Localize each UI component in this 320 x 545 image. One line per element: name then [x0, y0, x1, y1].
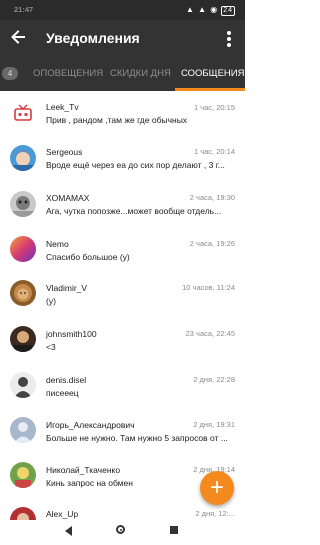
- tab-bar: ОПОВЕЩЕНИЯ СКИДКИ ДНЯ СООБЩЕНИЯ: [0, 57, 245, 91]
- sender-name: Sergeous: [46, 147, 83, 157]
- sender-name: Nemo: [46, 239, 69, 249]
- sender-name: johnsmith100: [46, 329, 97, 339]
- default-avatar: [10, 417, 36, 443]
- message-list: Leek_Tv 1 час, 20:15 Прив , рандом ,там …: [0, 91, 245, 520]
- message-item-vladimir-v[interactable]: Vladimir_V 10 часов, 11:24 (y): [0, 273, 245, 316]
- message-time: 1 час, 20:15: [193, 103, 235, 112]
- lion-avatar: [10, 280, 36, 306]
- message-preview: (y): [46, 296, 56, 306]
- sender-name: Николай_Ткаченко: [46, 465, 121, 475]
- sender-name: Vladimir_V: [46, 283, 88, 293]
- message-item-igor-aleksandrovich[interactable]: Игорь_Александрович 2 дня, 19:31 Больше …: [0, 410, 245, 453]
- tab-notifications[interactable]: ОПОВЕЩЕНИЯ: [33, 68, 103, 79]
- signal-icon: ▲ ▲ ◉: [185, 5, 219, 14]
- message-time: 10 часов, 11:24: [182, 283, 235, 292]
- silhouette-avatar: [10, 372, 36, 398]
- system-nav-bar: [0, 520, 245, 545]
- message-time: 2 часа, 19:26: [189, 239, 235, 248]
- status-bar: 21:47 ▲ ▲ ◉ 24: [0, 0, 245, 20]
- gray-avatar: [10, 191, 36, 217]
- tv-icon: [10, 101, 36, 127]
- message-item-johnsmith100[interactable]: johnsmith100 23 часа, 22:45 <3: [0, 319, 245, 362]
- game-avatar: [10, 462, 36, 488]
- message-time: 2 дня, 19:31: [193, 420, 235, 429]
- tab-count-badge: 4: [2, 67, 18, 80]
- message-time: 2 дня, 12:...: [195, 509, 235, 518]
- message-time: 1 час, 20:14: [193, 147, 235, 156]
- gradient-avatar: [10, 236, 36, 262]
- message-item-denis-disel[interactable]: denis.disel 2 дня, 22:28 писееец: [0, 364, 245, 407]
- tab-daily-discounts[interactable]: СКИДКИ ДНЯ: [110, 68, 171, 79]
- nav-back-icon[interactable]: [65, 526, 72, 536]
- message-preview: Спасибо большое (y): [46, 252, 130, 262]
- message-item-sergeous[interactable]: Sergeous 1 час, 20:14 Вроде ещё через еа…: [0, 140, 245, 183]
- tab-messages[interactable]: СООБЩЕНИЯ: [181, 68, 244, 79]
- sender-name: Leek_Tv: [46, 102, 79, 112]
- message-time: 2 дня, 22:28: [193, 375, 235, 384]
- app-bar: Уведомления: [0, 20, 245, 57]
- anime-avatar: [10, 145, 36, 171]
- message-item-nemo[interactable]: Nemo 2 часа, 19:26 Спасибо большое (y): [0, 228, 245, 271]
- back-arrow-icon[interactable]: [9, 28, 27, 46]
- nav-recents-icon[interactable]: [170, 526, 178, 534]
- sender-name: Alex_Up: [46, 509, 79, 519]
- sender-name: XOMAMAX: [46, 193, 90, 203]
- more-vert-icon[interactable]: [220, 28, 238, 50]
- dark-avatar: [10, 326, 36, 352]
- partial-avatar: [10, 507, 36, 520]
- message-preview: <3: [46, 342, 56, 352]
- battery-icon: 24: [221, 6, 235, 16]
- message-preview: писееец: [46, 388, 79, 398]
- message-preview: Прив , рандом ,там же где обычных: [46, 115, 188, 125]
- message-preview: Больше не нужно. Там нужно 5 запросов от…: [46, 433, 228, 443]
- message-item-leek-tv[interactable]: Leek_Tv 1 час, 20:15 Прив , рандом ,там …: [0, 97, 245, 140]
- message-item-xomamax[interactable]: XOMAMAX 2 часа, 19:30 Ага, чутка попозже…: [0, 183, 245, 226]
- message-preview: Вроде ещё через еа до сих пор делают , 3…: [46, 160, 225, 170]
- message-time: 23 часа, 22:45: [185, 329, 235, 338]
- page-title: Уведомления: [46, 30, 140, 46]
- sender-name: Игорь_Александрович: [46, 420, 135, 430]
- status-icons: ▲ ▲ ◉ 24: [186, 5, 235, 16]
- compose-fab-button[interactable]: +: [200, 471, 234, 505]
- message-time: 2 часа, 19:30: [189, 193, 235, 202]
- nav-home-icon[interactable]: [116, 525, 125, 534]
- message-preview: Ага, чутка попозже...может вообще отдель…: [46, 206, 222, 216]
- sender-name: denis.disel: [46, 375, 87, 385]
